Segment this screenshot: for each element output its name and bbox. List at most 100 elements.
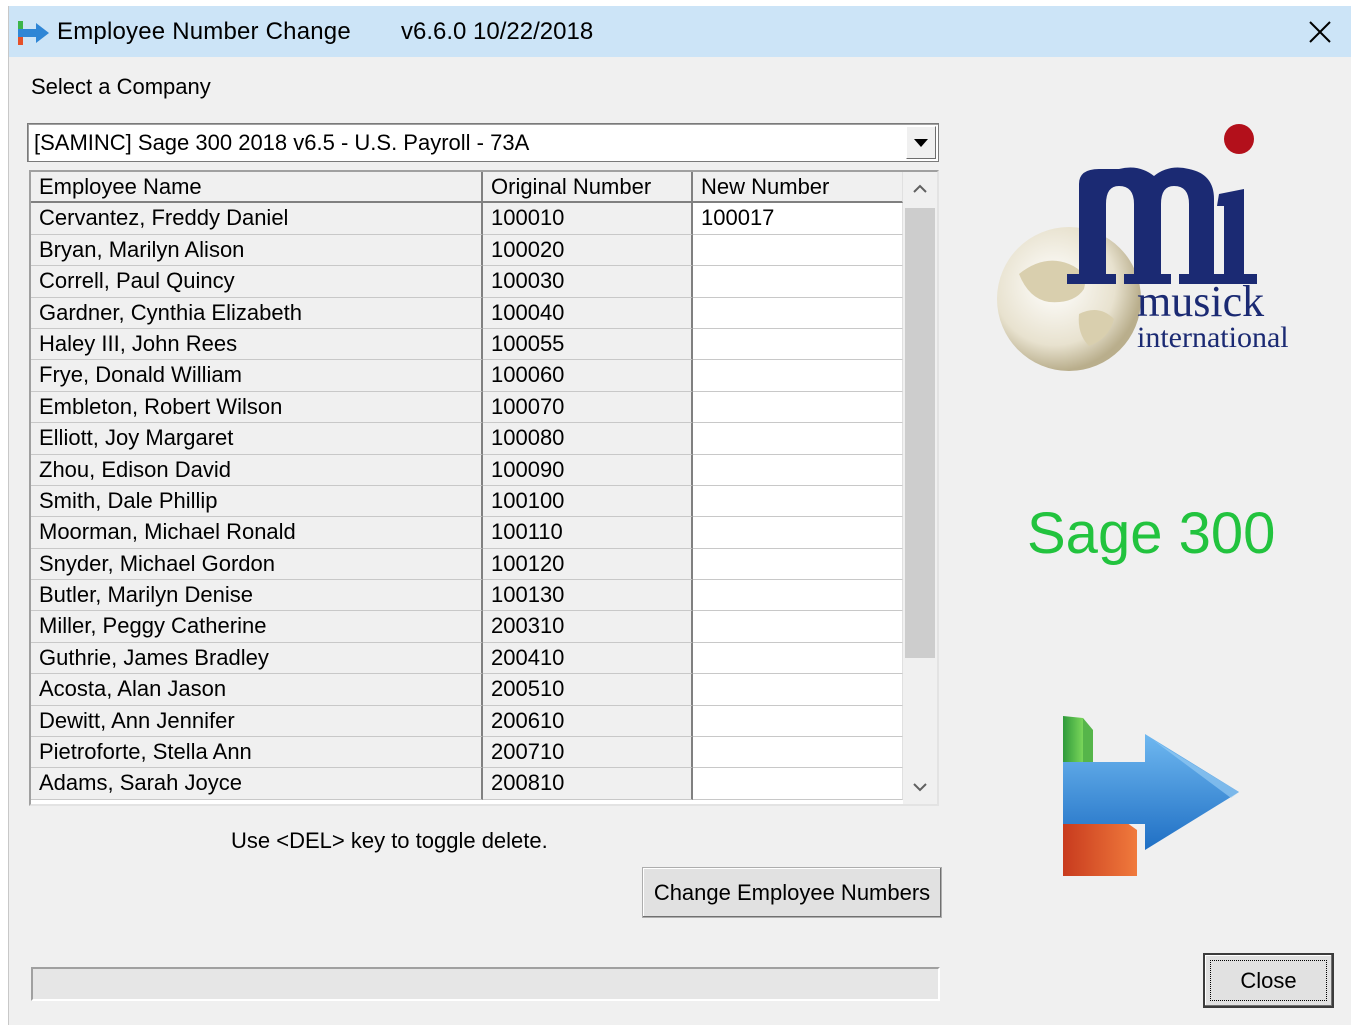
cell-employee-name: Haley III, John Rees bbox=[31, 328, 483, 361]
cell-new-number[interactable] bbox=[693, 642, 903, 675]
cell-employee-name: Snyder, Michael Gordon bbox=[31, 548, 483, 581]
cell-new-number[interactable] bbox=[693, 517, 903, 549]
table-row[interactable]: Moorman, Michael Ronald 100110 bbox=[31, 517, 903, 549]
logo-text-international: international bbox=[1137, 321, 1289, 354]
table-row[interactable]: Haley III, John Rees 100055 bbox=[31, 328, 903, 361]
cell-original-number: 200710 bbox=[483, 737, 693, 769]
app-window: Employee Number Change v6.6.0 10/22/2018… bbox=[8, 6, 1351, 1025]
cell-new-number[interactable] bbox=[693, 611, 903, 643]
cell-new-number[interactable] bbox=[693, 391, 903, 424]
table-row[interactable]: Acosta, Alan Jason 200510 bbox=[31, 674, 903, 706]
employee-grid[interactable]: Employee Name Original Number New Number… bbox=[29, 170, 939, 806]
table-row[interactable]: Frye, Donald William 100060 bbox=[31, 360, 903, 392]
cell-new-number[interactable]: 100017 bbox=[693, 203, 903, 235]
table-row[interactable]: Gardner, Cynthia Elizabeth 100040 bbox=[31, 297, 903, 329]
company-select[interactable]: [SAMINC] Sage 300 2018 v6.5 - U.S. Payro… bbox=[27, 123, 939, 162]
dropdown-button[interactable] bbox=[906, 126, 936, 159]
cell-employee-name: Butler, Marilyn Denise bbox=[31, 580, 483, 612]
cell-original-number: 100090 bbox=[483, 454, 693, 486]
table-row[interactable]: Snyder, Michael Gordon 100120 bbox=[31, 548, 903, 581]
product-name: Sage 300 bbox=[1027, 501, 1276, 566]
close-button-label: Close bbox=[1240, 967, 1297, 993]
table-row[interactable]: Butler, Marilyn Denise 100130 bbox=[31, 580, 903, 612]
cell-original-number: 100120 bbox=[483, 548, 693, 581]
column-header-original-number[interactable]: Original Number bbox=[483, 172, 693, 204]
cell-employee-name: Smith, Dale Phillip bbox=[31, 485, 483, 518]
table-row[interactable]: Guthrie, James Bradley 200410 bbox=[31, 642, 903, 675]
table-row[interactable]: Embleton, Robert Wilson 100070 bbox=[31, 391, 903, 424]
cell-employee-name: Correll, Paul Quincy bbox=[31, 266, 483, 298]
cell-employee-name: Dewitt, Ann Jennifer bbox=[31, 705, 483, 738]
progress-bar bbox=[31, 967, 940, 1001]
delete-hint: Use <DEL> key to toggle delete. bbox=[231, 828, 548, 853]
cell-original-number: 100040 bbox=[483, 297, 693, 329]
table-row[interactable]: Miller, Peggy Catherine 200310 bbox=[31, 611, 903, 643]
cell-original-number: 100080 bbox=[483, 423, 693, 455]
close-icon[interactable] bbox=[1297, 12, 1343, 52]
cell-original-number: 200810 bbox=[483, 768, 693, 800]
cell-new-number[interactable] bbox=[693, 580, 903, 612]
table-row[interactable]: Elliott, Joy Margaret 100080 bbox=[31, 423, 903, 455]
table-row[interactable]: Pietroforte, Stella Ann 200710 bbox=[31, 737, 903, 769]
table-row[interactable]: Cervantez, Freddy Daniel 100010 100017 bbox=[31, 203, 903, 235]
cell-original-number: 100110 bbox=[483, 517, 693, 549]
scroll-up-button[interactable] bbox=[903, 172, 937, 206]
cell-new-number[interactable] bbox=[693, 548, 903, 581]
cell-employee-name: Gardner, Cynthia Elizabeth bbox=[31, 297, 483, 329]
scroll-thumb[interactable] bbox=[905, 208, 935, 658]
cell-original-number: 100100 bbox=[483, 485, 693, 518]
table-row[interactable]: Bryan, Marilyn Alison 100020 bbox=[31, 234, 903, 267]
title-bar: Employee Number Change v6.6.0 10/22/2018 bbox=[9, 6, 1351, 57]
table-row[interactable]: Smith, Dale Phillip 100100 bbox=[31, 485, 903, 518]
grid-body: Employee Name Original Number New Number… bbox=[31, 172, 903, 800]
cell-original-number: 200310 bbox=[483, 611, 693, 643]
cell-new-number[interactable] bbox=[693, 234, 903, 267]
cell-new-number[interactable] bbox=[693, 297, 903, 329]
cell-original-number: 100070 bbox=[483, 391, 693, 424]
window-version: v6.6.0 10/22/2018 bbox=[401, 18, 594, 45]
table-row[interactable]: Dewitt, Ann Jennifer 200610 bbox=[31, 705, 903, 738]
cell-employee-name: Miller, Peggy Catherine bbox=[31, 611, 483, 643]
cell-new-number[interactable] bbox=[693, 360, 903, 392]
employee-change-arrow-icon bbox=[1063, 716, 1239, 876]
cell-new-number[interactable] bbox=[693, 485, 903, 518]
cell-new-number[interactable] bbox=[693, 266, 903, 298]
logo-text-musick: musick bbox=[1137, 277, 1265, 326]
table-row[interactable]: Adams, Sarah Joyce 200810 bbox=[31, 768, 903, 800]
close-button[interactable]: Close bbox=[1203, 953, 1334, 1008]
cell-employee-name: Adams, Sarah Joyce bbox=[31, 768, 483, 800]
cell-original-number: 200410 bbox=[483, 642, 693, 675]
cell-new-number[interactable] bbox=[693, 705, 903, 738]
change-employee-numbers-button[interactable]: Change Employee Numbers bbox=[642, 867, 942, 918]
cell-original-number: 100060 bbox=[483, 360, 693, 392]
cell-employee-name: Cervantez, Freddy Daniel bbox=[31, 203, 483, 235]
cell-original-number: 100010 bbox=[483, 203, 693, 235]
chevron-down-icon bbox=[914, 138, 928, 147]
cell-employee-name: Elliott, Joy Margaret bbox=[31, 423, 483, 455]
cell-new-number[interactable] bbox=[693, 674, 903, 706]
table-row[interactable]: Zhou, Edison David 100090 bbox=[31, 454, 903, 486]
table-row[interactable]: Correll, Paul Quincy 100030 bbox=[31, 266, 903, 298]
cell-original-number: 200510 bbox=[483, 674, 693, 706]
cell-new-number[interactable] bbox=[693, 423, 903, 455]
company-select-value: [SAMINC] Sage 300 2018 v6.5 - U.S. Payro… bbox=[34, 130, 530, 155]
cell-employee-name: Moorman, Michael Ronald bbox=[31, 517, 483, 549]
cell-new-number[interactable] bbox=[693, 328, 903, 361]
scroll-down-button[interactable] bbox=[903, 770, 937, 804]
cell-employee-name: Guthrie, James Bradley bbox=[31, 642, 483, 675]
cell-new-number[interactable] bbox=[693, 768, 903, 800]
chevron-down-icon bbox=[913, 783, 927, 792]
cell-new-number[interactable] bbox=[693, 737, 903, 769]
company-label: Select a Company bbox=[31, 74, 211, 99]
cell-new-number[interactable] bbox=[693, 454, 903, 486]
cell-employee-name: Bryan, Marilyn Alison bbox=[31, 234, 483, 267]
app-arrow-icon bbox=[18, 21, 49, 45]
chevron-up-icon bbox=[913, 184, 927, 193]
column-header-employee-name[interactable]: Employee Name bbox=[31, 172, 483, 204]
cell-original-number: 200610 bbox=[483, 705, 693, 738]
cell-employee-name: Acosta, Alan Jason bbox=[31, 674, 483, 706]
cell-original-number: 100020 bbox=[483, 234, 693, 267]
cell-employee-name: Pietroforte, Stella Ann bbox=[31, 737, 483, 769]
column-header-new-number[interactable]: New Number bbox=[693, 172, 903, 204]
vertical-scrollbar[interactable] bbox=[903, 172, 937, 804]
